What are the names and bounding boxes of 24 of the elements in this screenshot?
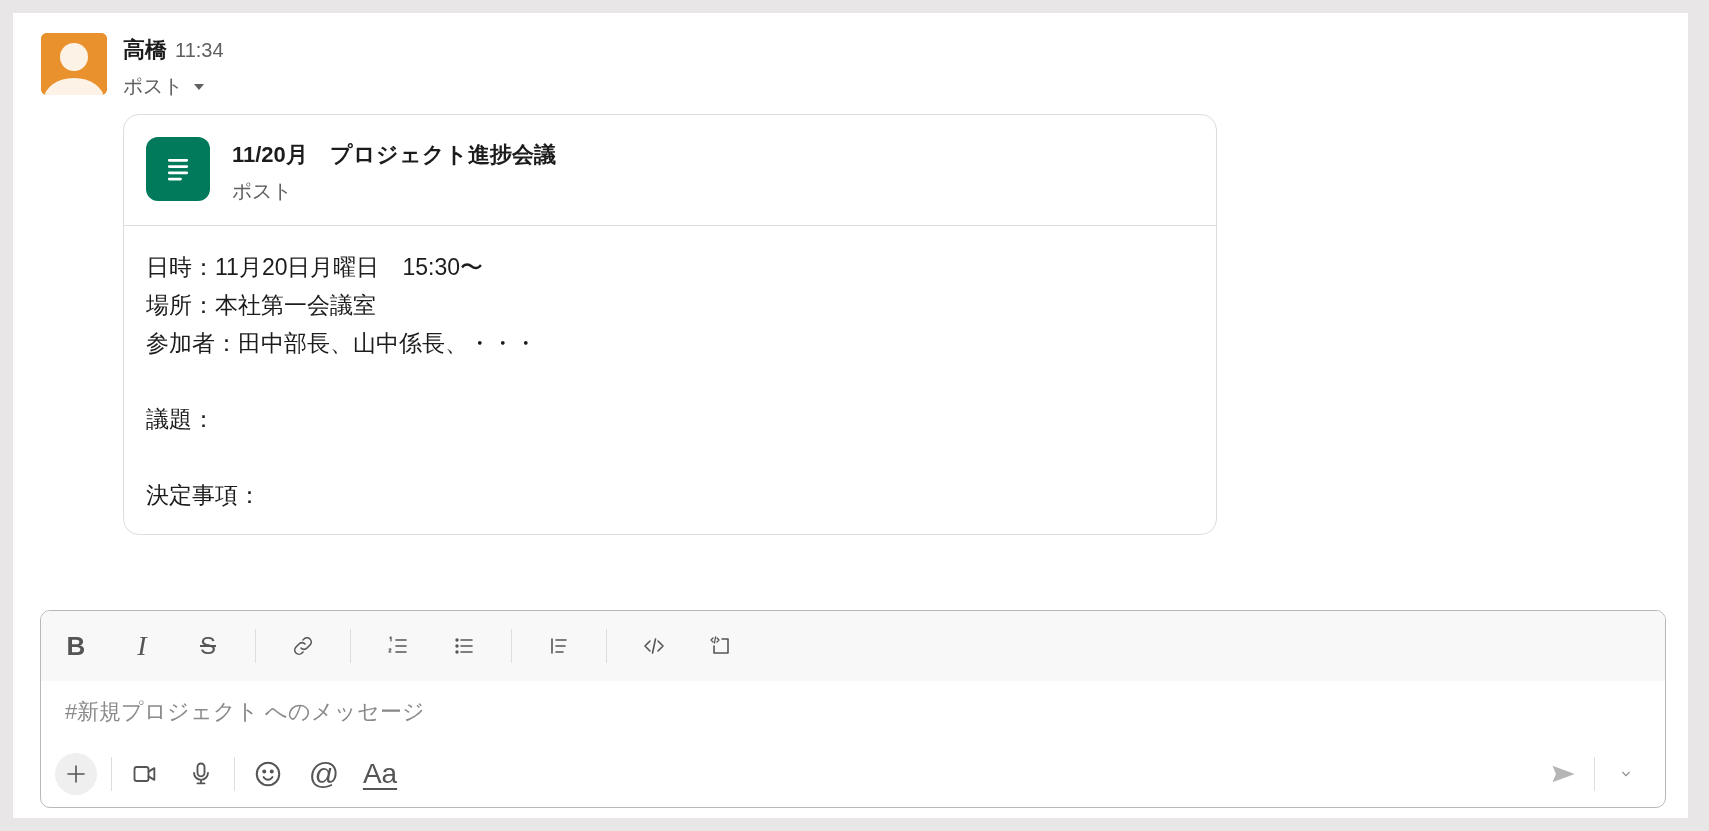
post-text-line: 議題： [146,405,216,434]
post-text-line: 日時：11月20日月曜日 15:30〜 [146,253,484,282]
strikethrough-button[interactable]: S [189,627,227,665]
text-format-button[interactable]: Aa [361,755,399,793]
post-text-line: 参加者：田中部長、山中係長、・・・ [146,329,538,358]
message-composer[interactable]: B I S #新規プロジェクト へのメッセージ @ Aa [40,610,1666,808]
caret-icon[interactable] [193,82,205,91]
add-button[interactable] [55,753,97,795]
post-text-line: 場所：本社第一会議室 [146,291,377,320]
bold-button[interactable]: B [57,627,95,665]
post-label: ポスト [123,74,183,99]
mention-button[interactable]: @ [305,755,343,793]
smiley-icon [253,759,283,789]
link-icon [291,634,315,658]
document-icon [146,137,210,201]
post-card[interactable]: 11/20月 プロジェクト進捗会議 ポスト 日時：11月20日月曜日 15:30〜 場所：本社第一会議室 参加者：田中部長、山中係長、・・・ 議題： 決定事項： [123,114,1217,535]
post-type: ポスト [232,179,293,204]
italic-button[interactable]: I [123,627,161,665]
plus-icon [64,762,88,786]
post-text-line: 決定事項： [146,481,262,510]
post-title: 11/20月 プロジェクト進捗会議 [232,141,556,169]
timestamp[interactable]: 11:34 [175,39,224,62]
avatar[interactable] [41,33,107,95]
author-name[interactable]: 高橋 [123,35,167,65]
